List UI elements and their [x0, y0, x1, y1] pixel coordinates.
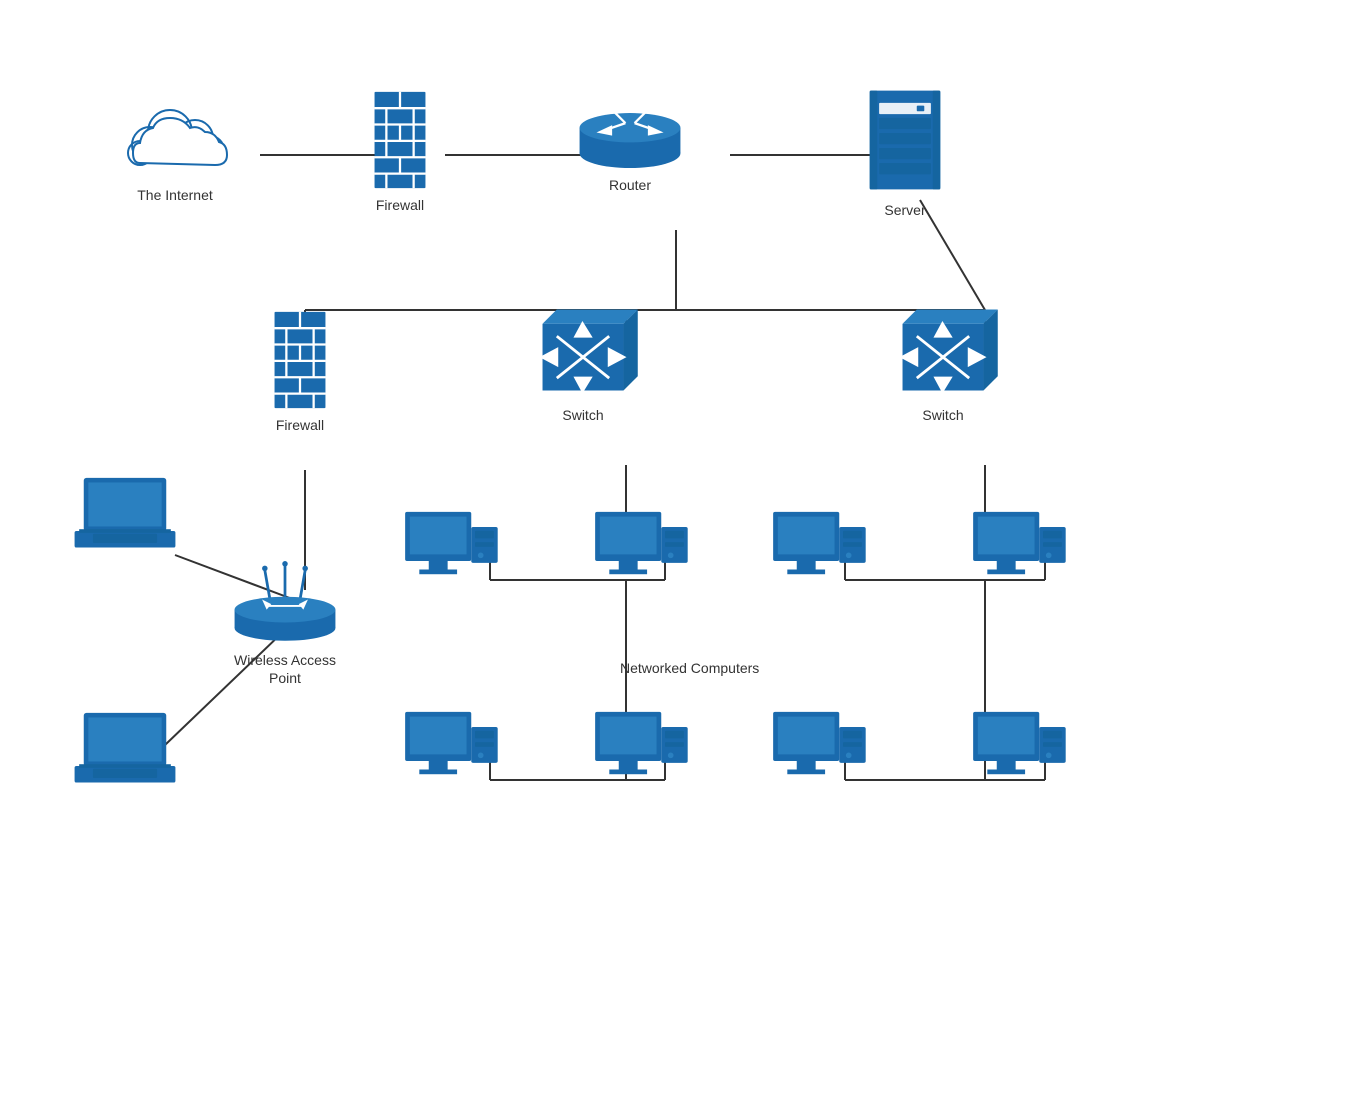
firewall2-node: Firewall: [255, 310, 345, 434]
pc5-icon: [400, 710, 500, 795]
pc7-icon: [768, 710, 868, 795]
pc2-node: [580, 510, 700, 595]
pc6-icon: [590, 710, 690, 795]
laptop2-icon: [70, 710, 180, 790]
switch1-icon: [528, 300, 638, 400]
pc7-node: [758, 710, 878, 795]
router-label: Router: [609, 176, 651, 194]
pc5-node: [390, 710, 510, 795]
laptop1-node: [60, 475, 190, 555]
firewall1-label: Firewall: [376, 196, 424, 214]
pc6-node: [580, 710, 700, 795]
pc2-icon: [590, 510, 690, 595]
pc8-icon: [968, 710, 1068, 795]
switch2-label: Switch: [922, 406, 963, 424]
switch2-node: Switch: [878, 300, 1008, 424]
pc1-icon: [400, 510, 500, 595]
laptop2-node: [60, 710, 190, 790]
pc4-node: [958, 510, 1078, 595]
pc3-node: [758, 510, 878, 595]
pc3-icon: [768, 510, 868, 595]
internet-label: The Internet: [137, 186, 213, 204]
firewall1-icon: [370, 90, 430, 190]
wap-label: Wireless Access Point: [234, 651, 336, 687]
switch2-icon: [888, 300, 998, 400]
router-node: Router: [570, 90, 690, 194]
pc8-node: [958, 710, 1078, 795]
firewall1-node: Firewall: [355, 90, 445, 214]
switch1-label: Switch: [562, 406, 603, 424]
internet-node: The Internet: [100, 100, 250, 204]
server-icon: [865, 85, 945, 195]
server-node: Server: [850, 85, 960, 219]
network-diagram: The Internet Firewall: [0, 0, 1360, 1120]
router-icon: [575, 90, 685, 170]
wap-icon: [230, 555, 340, 645]
firewall2-icon: [270, 310, 330, 410]
networked-computers-label: Networked Computers: [620, 660, 759, 676]
server-label: Server: [884, 201, 925, 219]
pc1-node: [390, 510, 510, 595]
firewall2-label: Firewall: [276, 416, 324, 434]
switch1-node: Switch: [518, 300, 648, 424]
wap-node: Wireless Access Point: [210, 555, 360, 687]
pc4-icon: [968, 510, 1068, 595]
internet-icon: [115, 100, 235, 180]
laptop1-icon: [70, 475, 180, 555]
